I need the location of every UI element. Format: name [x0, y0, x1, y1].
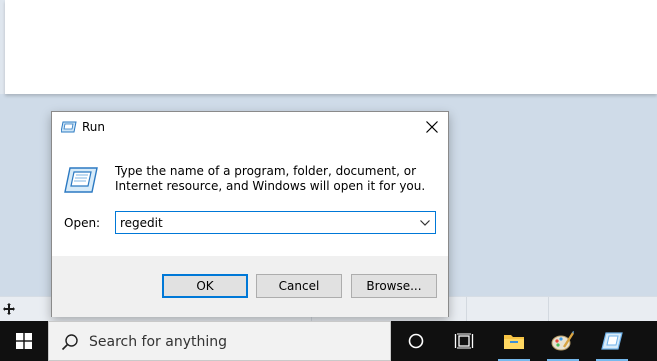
- dialog-title: Run: [82, 120, 106, 134]
- ok-button[interactable]: OK: [162, 274, 248, 298]
- cortana-button[interactable]: [392, 321, 440, 361]
- cortana-icon: [408, 333, 424, 349]
- paint-button[interactable]: [539, 321, 587, 361]
- dialog-titlebar[interactable]: Run: [52, 112, 448, 142]
- open-label: Open:: [64, 216, 101, 230]
- file-explorer-button[interactable]: [490, 321, 538, 361]
- run-button[interactable]: [588, 321, 636, 361]
- windows-logo-icon: [16, 333, 32, 349]
- run-program-icon: [64, 167, 98, 193]
- cancel-button[interactable]: Cancel: [256, 274, 342, 298]
- close-icon: [426, 121, 438, 133]
- browse-button[interactable]: Browse...: [351, 274, 437, 298]
- search-icon: [61, 334, 78, 351]
- run-dialog: Run Type the name of a program, folder, …: [51, 111, 449, 317]
- search-placeholder: Search for anything: [89, 334, 227, 350]
- chevron-down-icon: [419, 219, 430, 226]
- file-explorer-icon: [504, 335, 524, 349]
- start-button[interactable]: [0, 321, 48, 361]
- task-view-button[interactable]: [440, 321, 488, 361]
- taskbar: Search for anything: [0, 321, 657, 361]
- dialog-button-row: OK Cancel Browse...: [52, 256, 448, 317]
- paint-icon: [551, 331, 575, 351]
- open-combobox[interactable]: [115, 211, 436, 234]
- run-icon: [601, 332, 623, 350]
- open-input[interactable]: [116, 212, 406, 233]
- dropdown-button[interactable]: [416, 214, 433, 231]
- dialog-description: Type the name of a program, folder, docu…: [115, 164, 426, 193]
- status-separator: [466, 297, 467, 322]
- status-separator: [548, 297, 549, 322]
- dialog-content: Type the name of a program, folder, docu…: [52, 142, 448, 256]
- task-view-icon: [454, 333, 474, 349]
- background-window: [5, 0, 657, 94]
- move-icon[interactable]: [3, 303, 15, 315]
- taskbar-search-box[interactable]: Search for anything: [48, 321, 391, 361]
- run-icon: [61, 121, 77, 133]
- close-button[interactable]: [416, 112, 448, 142]
